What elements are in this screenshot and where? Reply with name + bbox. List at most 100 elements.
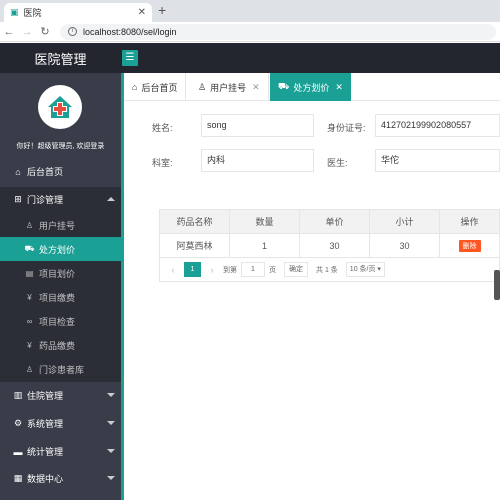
new-tab-icon[interactable]: + (158, 2, 166, 18)
name-field[interactable]: song (201, 114, 314, 137)
dept-label: 科室: (152, 158, 173, 168)
col-unit-price: 单价 (299, 209, 370, 234)
chat-icon: ▬ (13, 446, 23, 457)
next-page-icon[interactable]: › (205, 265, 219, 275)
inpatient-icon: ▥ (13, 390, 23, 400)
sidebar-item-label: 门诊患者库 (39, 364, 85, 375)
link-icon: ∞ (26, 316, 33, 326)
hospital-favicon-icon: ▣ (10, 7, 19, 17)
close-icon[interactable]: ✕ (252, 82, 260, 93)
chevron-down-icon (107, 421, 115, 425)
sidebar-item-label: 项目划价 (39, 268, 76, 279)
sidebar-item-label: 统计管理 (27, 447, 64, 457)
cell-unit-price: 30 (299, 233, 370, 258)
goto-page-input[interactable]: 1 (241, 262, 265, 277)
sidebar-item-label: 门诊管理 (27, 195, 64, 205)
col-drug-name: 药品名称 (159, 209, 230, 234)
page-size-select[interactable]: 10 条/页 ▾ (345, 262, 385, 277)
home-icon: ⌂ (15, 166, 21, 177)
chevron-up-icon (107, 197, 115, 201)
delete-button[interactable]: 删除 (458, 239, 481, 252)
chevron-down-icon (107, 393, 115, 397)
cart-icon: ⛟ (24, 244, 35, 253)
scrollbar[interactable] (494, 270, 500, 300)
id-label: 身份证号: (327, 123, 366, 133)
name-label: 姓名: (152, 123, 173, 133)
sidebar-item-project-payment[interactable]: ¥ 项目缴费 (0, 285, 121, 309)
tab-prescription-pricing[interactable]: ⛟ 处方划价 ✕ (270, 73, 351, 101)
tab-home[interactable]: ⌂ 后台首页 (124, 73, 187, 101)
page-number-current[interactable]: 1 (184, 262, 201, 277)
yen-icon: ¥ (27, 292, 32, 302)
app-title: 医院管理 (34, 51, 87, 67)
table-header-row: 药品名称 数量 单价 小计 操作 (159, 209, 500, 234)
sidebar-item-inpatient[interactable]: ▥ 住院管理 (0, 383, 121, 408)
sidebar: 你好！超级管理员, 欢迎登录 ⌂ 后台首页 ⊞ 门诊管理 ♙ 用户挂号 ⛟ 处方… (0, 73, 121, 500)
sidebar-item-label: 处方划价 (39, 244, 76, 255)
content-tab-bar: ⌂ 后台首页 ♙ 用户挂号 ✕ ⛟ 处方划价 ✕ (124, 73, 500, 101)
pagination: ‹ 1 › 到第 1 页 确定 共 1 条 10 条/页 ▾ (159, 258, 500, 282)
sidebar-item-system[interactable]: ⚙ 系统管理 (0, 411, 121, 436)
main-content: ⌂ 后台首页 ♙ 用户挂号 ✕ ⛟ 处方划价 ✕ 姓名: song 身份证号: … (124, 73, 500, 500)
sidebar-item-outpatient[interactable]: ⊞ 门诊管理 (0, 187, 121, 212)
cell-subtotal: 30 (369, 233, 440, 258)
sidebar-item-label: 系统管理 (27, 419, 64, 429)
cell-drug-name: 阿莫西林 (159, 233, 230, 258)
sidebar-item-prescription-pricing[interactable]: ⛟ 处方划价 (0, 237, 121, 261)
avatar (38, 85, 82, 129)
url-field[interactable]: i localhost:8080/sel/login (60, 23, 496, 40)
total-count: 共 1 条 (316, 266, 338, 274)
back-icon[interactable]: ← (0, 26, 18, 38)
doctor-field[interactable]: 华佗 (375, 149, 500, 172)
table-row: 阿莫西林 1 30 30 删除 (159, 233, 500, 258)
sidebar-item-label: 数据中心 (27, 474, 64, 484)
info-icon[interactable]: i (68, 27, 77, 36)
browser-tab-title: 医院 (23, 8, 42, 18)
sidebar-item-label: 项目检查 (39, 316, 76, 327)
col-action: 操作 (439, 209, 500, 234)
sidebar-item-label: 药品缴费 (39, 340, 76, 351)
app-header: 医院管理 ☰ (0, 43, 500, 73)
sidebar-item-outpatient-library[interactable]: ♙ 门诊患者库 (0, 357, 121, 381)
sidebar-item-project-pricing[interactable]: ▤ 项目划价 (0, 261, 121, 285)
sidebar-item-project-check[interactable]: ∞ 项目检查 (0, 309, 121, 333)
tab-label: 后台首页 (141, 82, 178, 93)
sidebar-item-data-center[interactable]: ▦ 数据中心 (0, 466, 121, 491)
goto-confirm-button[interactable]: 确定 (284, 262, 308, 277)
forward-icon[interactable]: → (18, 26, 36, 38)
yen-icon: ¥ (27, 340, 32, 350)
page-unit-label: 页 (269, 266, 276, 274)
cell-action: 删除 (439, 233, 500, 258)
department-field[interactable]: 内科 (201, 149, 314, 172)
welcome-text: 你好！超级管理员, 欢迎登录 (16, 143, 105, 150)
sidebar-item-stats[interactable]: ▬ 统计管理 (0, 439, 121, 464)
gear-icon: ⚙ (13, 418, 23, 428)
page-size-value: 10 条/页 (349, 266, 376, 273)
col-quantity: 数量 (229, 209, 300, 234)
goto-label: 到第 (223, 266, 237, 274)
prev-page-icon[interactable]: ‹ (166, 265, 180, 275)
sidebar-item-drug-payment[interactable]: ¥ 药品缴费 (0, 333, 121, 357)
close-icon[interactable]: ✕ (138, 7, 146, 18)
browser-tab-bar: ▣ 医院 ✕ + (0, 0, 500, 22)
cart-icon: ⛟ (278, 81, 290, 91)
doc-icon: ▤ (25, 268, 34, 278)
id-number-field[interactable]: 412702199902080557 (375, 114, 500, 137)
close-icon[interactable]: ✕ (335, 82, 343, 93)
doctor-label: 医生: (327, 158, 348, 168)
sidebar-item-registration[interactable]: ♙ 用户挂号 (0, 213, 121, 237)
user-icon: ♙ (25, 220, 34, 230)
user-icon: ♙ (198, 81, 207, 92)
col-subtotal: 小计 (369, 209, 440, 234)
reload-icon[interactable]: ↻ (36, 25, 54, 38)
chevron-down-icon (107, 449, 115, 453)
browser-tab[interactable]: ▣ 医院 ✕ (4, 3, 152, 22)
menu-toggle-button[interactable]: ☰ (122, 50, 138, 66)
sidebar-item-home[interactable]: ⌂ 后台首页 (0, 159, 121, 184)
tab-registration[interactable]: ♙ 用户挂号 ✕ (190, 73, 269, 101)
sidebar-item-label: 后台首页 (27, 167, 64, 177)
sidebar-item-label: 项目缴费 (39, 292, 76, 303)
hospital-logo-icon (44, 91, 76, 123)
tab-label: 用户挂号 (210, 82, 247, 93)
sidebar-item-label: 住院管理 (27, 391, 64, 401)
